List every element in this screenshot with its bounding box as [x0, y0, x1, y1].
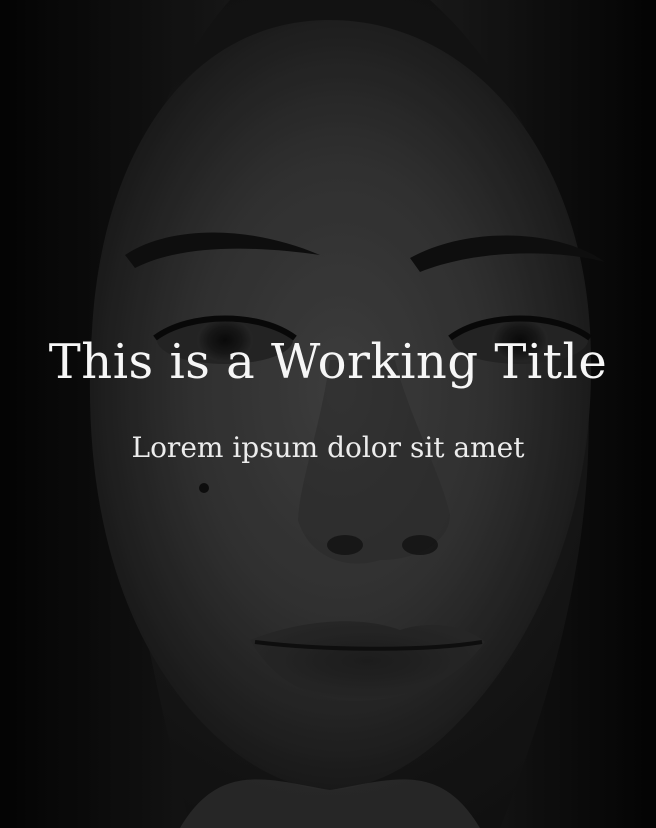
- hero-title: This is a Working Title: [48, 334, 608, 390]
- hero-subtitle: Lorem ipsum dolor sit amet: [131, 431, 525, 464]
- hero-banner: This is a Working Title Lorem ipsum dolo…: [0, 0, 656, 828]
- dark-overlay: [0, 0, 656, 828]
